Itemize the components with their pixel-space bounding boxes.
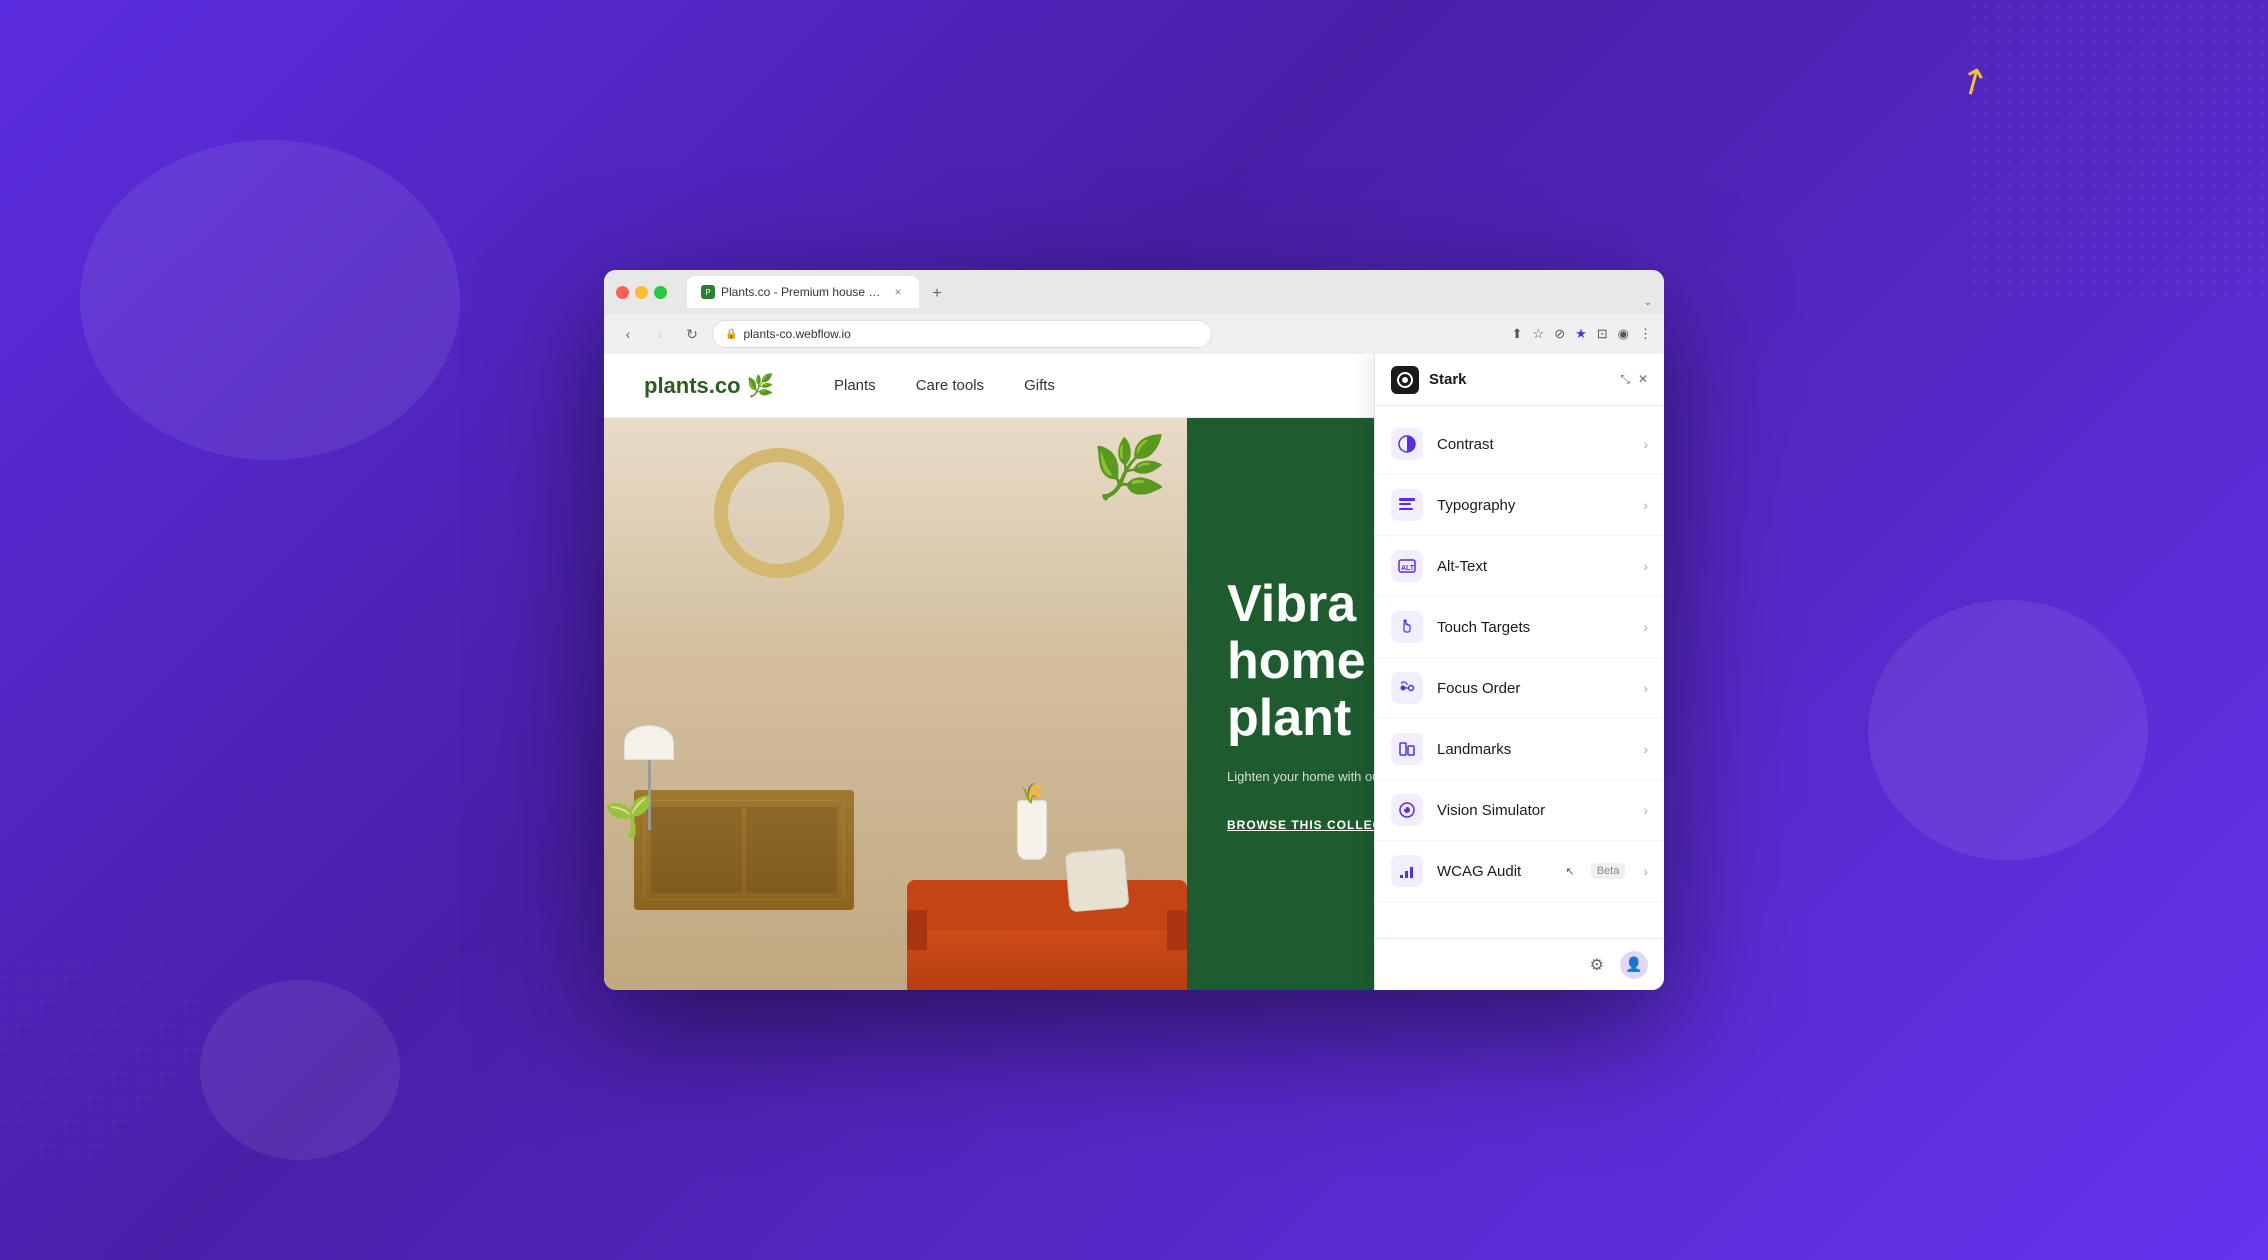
- pillow: [1064, 847, 1129, 912]
- reload-button[interactable]: ↻: [680, 322, 704, 346]
- forward-button[interactable]: ›: [648, 322, 672, 346]
- stark-menu-item-landmarks[interactable]: Landmarks ›: [1375, 719, 1664, 780]
- mirror: [714, 448, 844, 578]
- browser-chrome: P Plants.co - Premium house pla… ✕ + ⌄ ‹…: [604, 270, 1664, 354]
- svg-text:ALT: ALT: [1401, 565, 1415, 572]
- menu-icon[interactable]: ⋮: [1639, 326, 1652, 342]
- profile-icon[interactable]: ◉: [1618, 326, 1629, 342]
- extensions-icon[interactable]: ⊘: [1554, 326, 1565, 342]
- landmarks-icon: [1391, 733, 1423, 765]
- vision-simulator-label: Vision Simulator: [1437, 802, 1629, 819]
- touch-targets-label: Touch Targets: [1437, 619, 1629, 636]
- traffic-lights: [616, 286, 667, 299]
- user-avatar[interactable]: 👤: [1620, 951, 1648, 979]
- maximize-button[interactable]: [654, 286, 667, 299]
- touch-svg-icon: [1397, 617, 1417, 637]
- back-button[interactable]: ‹: [616, 322, 640, 346]
- vision-simulator-icon: [1391, 794, 1423, 826]
- new-tab-button[interactable]: +: [923, 280, 951, 308]
- stark-menu-item-contrast[interactable]: Contrast ›: [1375, 418, 1664, 475]
- landmarks-label: Landmarks: [1437, 741, 1629, 758]
- stark-menu-item-alt-text[interactable]: ALT Alt-Text ›: [1375, 536, 1664, 597]
- bg-decoration-1: [80, 140, 460, 460]
- stark-menu-item-wcag-audit[interactable]: WCAG Audit ↖ Beta ›: [1375, 841, 1664, 902]
- bookmark-icon[interactable]: ☆: [1533, 326, 1545, 342]
- sidebar-icon[interactable]: ⊡: [1597, 326, 1608, 342]
- bg-decoration-3: [200, 980, 400, 1160]
- browser-window: P Plants.co - Premium house pla… ✕ + ⌄ ‹…: [604, 270, 1664, 990]
- minimize-button[interactable]: [635, 286, 648, 299]
- touch-targets-icon: [1391, 611, 1423, 643]
- couch: [907, 860, 1187, 990]
- bg-dots-left: [0, 960, 200, 1160]
- stark-menu-list: Contrast › Typography ›: [1375, 418, 1664, 938]
- wcag-audit-label: WCAG Audit: [1437, 863, 1551, 880]
- tab-favicon: P: [701, 285, 715, 299]
- alttext-icon: ALT: [1391, 550, 1423, 582]
- contrast-svg-icon: [1397, 434, 1417, 454]
- hero-image: 🌿 🌱 🌾: [604, 418, 1187, 990]
- typography-label: Typography: [1437, 497, 1629, 514]
- close-button[interactable]: [616, 286, 629, 299]
- wcag-audit-chevron-icon: ›: [1643, 863, 1648, 879]
- site-hero: 🌿 🌱 🌾: [604, 418, 1664, 990]
- stark-menu-item-touch-targets[interactable]: Touch Targets ›: [1375, 597, 1664, 658]
- browser-titlebar: P Plants.co - Premium house pla… ✕ + ⌄: [604, 270, 1664, 314]
- stark-menu-item-focus-order[interactable]: Focus Order ›: [1375, 658, 1664, 719]
- stark-panel-footer: ⚙ 👤: [1375, 938, 1664, 990]
- site-logo: plants.co 🌿: [644, 373, 774, 399]
- landmarks-chevron-icon: ›: [1643, 741, 1648, 757]
- vase: 🌾: [1017, 800, 1047, 860]
- typography-icon: [1391, 489, 1423, 521]
- bg-dots-right: [1968, 0, 2268, 300]
- vision-svg-icon: [1397, 800, 1417, 820]
- wcag-beta-badge: Beta: [1591, 863, 1626, 879]
- typography-svg-icon: [1397, 495, 1417, 515]
- stark-panel: Stark ⤡ ✕: [1374, 418, 1664, 990]
- contrast-icon: [1391, 428, 1423, 460]
- vision-simulator-chevron-icon: ›: [1643, 802, 1648, 818]
- typography-chevron-icon: ›: [1643, 497, 1648, 513]
- contrast-label: Contrast: [1437, 436, 1629, 453]
- browser-toolbar-icons: ⬆ ☆ ⊘ ★ ⊡ ◉ ⋮: [1512, 326, 1652, 342]
- furniture-scene: 🌿 🌱 🌾: [604, 418, 1187, 990]
- focus-order-label: Focus Order: [1437, 680, 1629, 697]
- plant-decoration: 🌿: [1092, 438, 1167, 498]
- share-icon[interactable]: ⬆: [1512, 326, 1523, 342]
- stark-menu-item-vision-simulator[interactable]: Vision Simulator ›: [1375, 780, 1664, 841]
- alttext-chevron-icon: ›: [1643, 558, 1648, 574]
- stark-menu-item-typography[interactable]: Typography ›: [1375, 475, 1664, 536]
- touch-targets-chevron-icon: ›: [1643, 619, 1648, 635]
- focus-order-icon: [1391, 672, 1423, 704]
- nav-link-care-tools[interactable]: Care tools: [916, 377, 984, 394]
- wcag-audit-icon: [1391, 855, 1423, 887]
- site-nav-links: Plants Care tools Gifts: [834, 377, 1055, 394]
- nav-link-gifts[interactable]: Gifts: [1024, 377, 1055, 394]
- url-text: plants-co.webflow.io: [743, 327, 850, 341]
- stark-extension-icon[interactable]: ★: [1575, 326, 1587, 342]
- website-content: plants.co 🌿 Plants Care tools Gifts: [604, 354, 1664, 990]
- alttext-svg-icon: ALT: [1397, 556, 1417, 576]
- logo-text: plants.co: [644, 373, 741, 399]
- tab-bar: P Plants.co - Premium house pla… ✕ + ⌄: [687, 276, 1652, 308]
- active-tab[interactable]: P Plants.co - Premium house pla… ✕: [687, 276, 919, 308]
- wcag-svg-icon: [1397, 861, 1417, 881]
- landmarks-svg-icon: [1397, 739, 1417, 759]
- lock-icon: 🔒: [725, 329, 737, 340]
- contrast-chevron-icon: ›: [1643, 436, 1648, 452]
- tab-collapse-button[interactable]: ⌄: [1644, 297, 1652, 308]
- alttext-label: Alt-Text: [1437, 558, 1629, 575]
- focus-order-chevron-icon: ›: [1643, 680, 1648, 696]
- settings-icon[interactable]: ⚙: [1590, 955, 1604, 975]
- nav-link-plants[interactable]: Plants: [834, 377, 876, 394]
- bg-decoration-2: [1868, 600, 2148, 860]
- cursor-icon: ↖: [1565, 865, 1574, 878]
- browser-addressbar: ‹ › ↻ 🔒 plants-co.webflow.io ⬆ ☆ ⊘ ★ ⊡ ◉…: [604, 314, 1664, 354]
- tab-title: Plants.co - Premium house pla…: [721, 285, 881, 299]
- address-bar[interactable]: 🔒 plants-co.webflow.io: [712, 320, 1212, 348]
- focus-svg-icon: [1397, 678, 1417, 698]
- tab-close-button[interactable]: ✕: [891, 285, 905, 299]
- plant-decoration-2: 🌱: [604, 793, 654, 840]
- logo-leaf-icon: 🌿: [747, 373, 774, 399]
